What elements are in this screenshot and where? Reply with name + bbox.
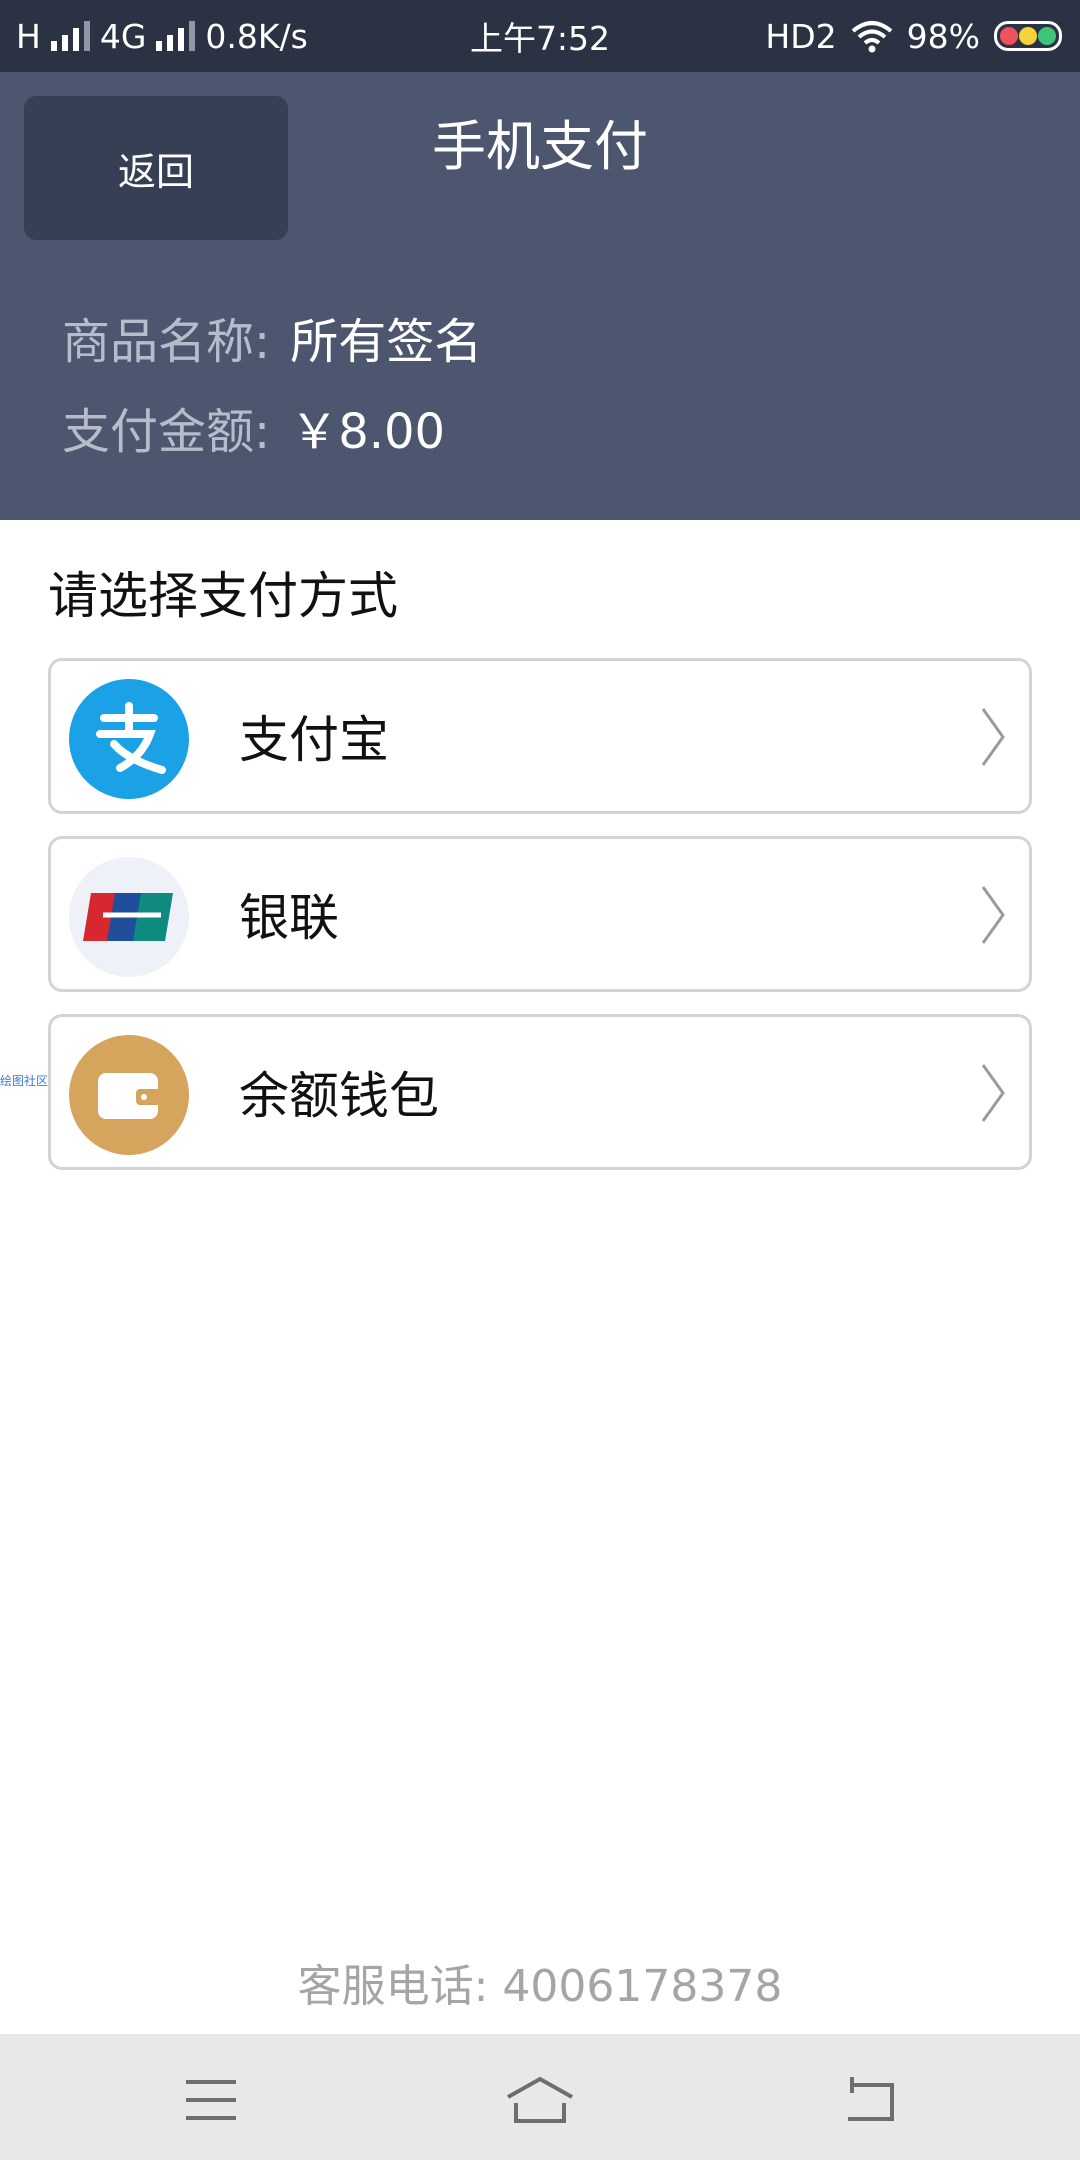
customer-service-phone: 客服电话: 4006178378 [297, 1961, 783, 2012]
wallet-icon [69, 1035, 189, 1155]
product-value: 所有签名 [290, 314, 483, 370]
signal-icon-2 [156, 21, 196, 51]
back-icon[interactable] [824, 2072, 914, 2128]
wifi-icon [851, 21, 892, 53]
network-type-h: H [16, 16, 41, 56]
amount-row: 支付金额: ￥8.00 [62, 392, 445, 462]
status-left: H 4G 0.8K/s [16, 0, 308, 72]
section-title: 请选择支付方式 [48, 567, 398, 625]
signal-icon [50, 21, 90, 51]
alipay-icon [69, 679, 189, 799]
hd-label: HD2 [765, 16, 837, 56]
home-icon[interactable] [495, 2072, 585, 2128]
method-label: 支付宝 [239, 711, 389, 769]
product-row: 商品名称: 所有签名 [62, 302, 482, 372]
network-speed: 0.8K/s [205, 16, 308, 56]
chevron-right-icon [981, 1064, 1005, 1122]
status-right: HD2 98% [765, 0, 1062, 72]
payment-method-alipay[interactable]: 支付宝 [48, 658, 1032, 814]
method-label: 余额钱包 [239, 1067, 439, 1125]
menu-icon[interactable] [166, 2072, 256, 2128]
side-watermark: 绘图社区 [0, 1074, 49, 1088]
chevron-right-icon [981, 708, 1005, 766]
status-time: 上午7:52 [469, 19, 611, 58]
unionpay-icon [69, 857, 189, 977]
amount-value: ￥8.00 [290, 404, 446, 460]
status-bar: H 4G 0.8K/s 上午7:52 HD2 98% [0, 0, 1080, 72]
product-label: 商品名称: [62, 314, 271, 370]
payment-header: 返回 手机支付 商品名称: 所有签名 支付金额: ￥8.00 [0, 72, 1080, 520]
amount-label: 支付金额: [62, 404, 271, 460]
system-nav-bar [0, 2034, 1080, 2160]
chevron-right-icon [981, 886, 1005, 944]
battery-icon [994, 21, 1062, 51]
network-type-4g: 4G [99, 16, 147, 56]
payment-method-unionpay[interactable]: 银联 [48, 836, 1032, 992]
method-label: 银联 [239, 889, 339, 947]
battery-percent: 98% [906, 16, 980, 56]
page-title: 手机支付 [432, 115, 648, 178]
payment-method-wallet[interactable]: 余额钱包 [48, 1014, 1032, 1170]
